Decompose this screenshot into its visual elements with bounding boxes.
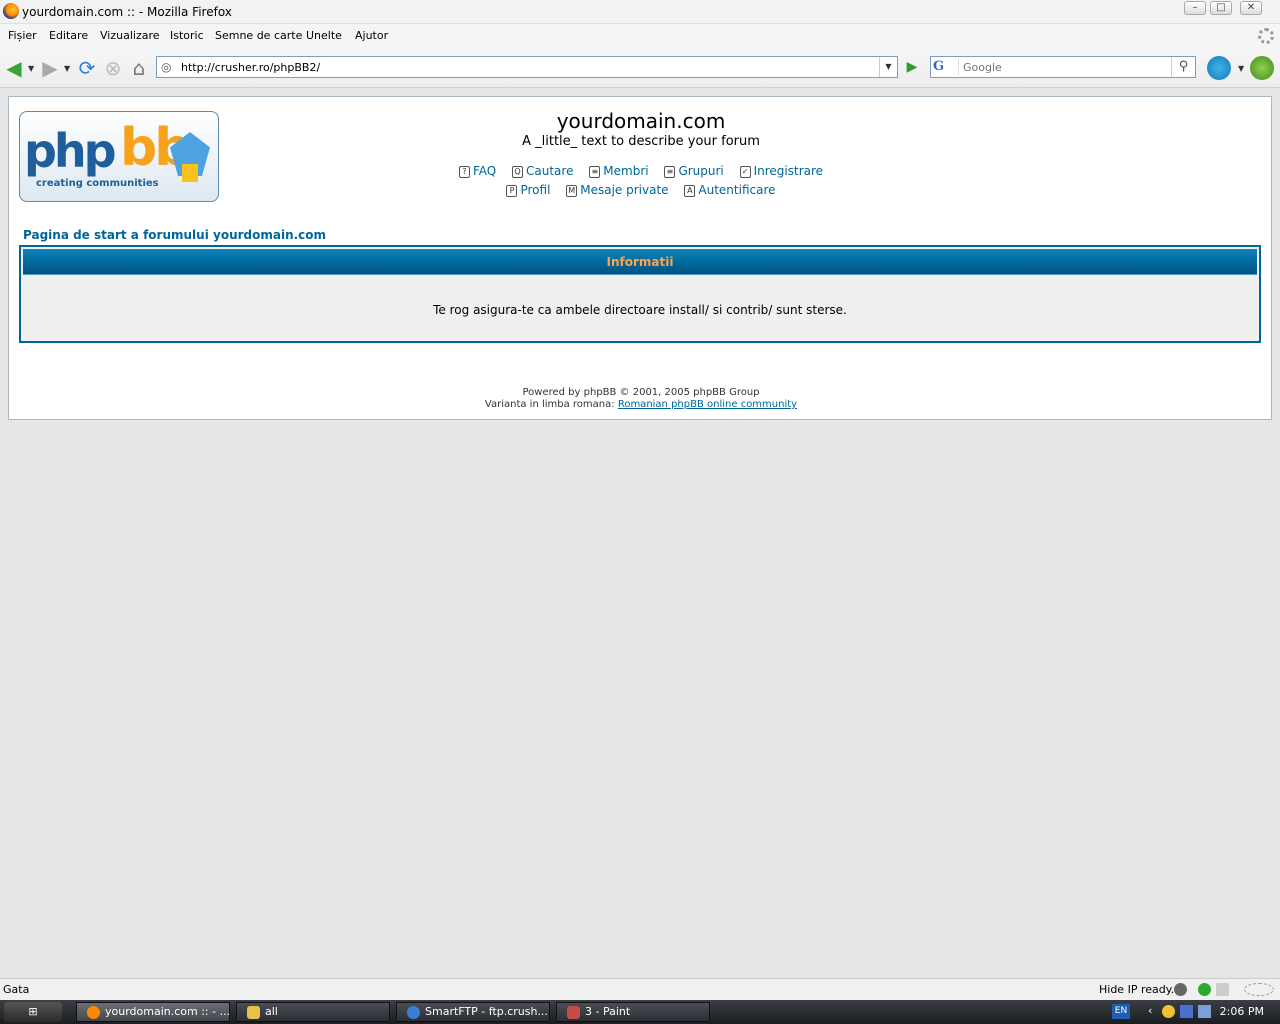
messenger-icon[interactable] — [1162, 1005, 1175, 1018]
nav-links-row1: ? FAQ Q Cautare ≡ Membri ≡ Grupuri ✓ Inregist… — [9, 164, 1273, 178]
clock[interactable]: 2:06 PM — [1220, 1005, 1264, 1018]
hide-ip-status[interactable]: Hide IP ready.. — [1099, 983, 1178, 996]
go-button[interactable]: ▶ — [902, 58, 922, 76]
back-dropdown-icon[interactable]: ▼ — [28, 64, 34, 73]
login-icon: A — [684, 185, 696, 197]
shield-icon[interactable] — [1180, 1005, 1193, 1018]
information-message: Te rog asigura-te ca ambele directoare i… — [433, 303, 847, 317]
profile-icon: P — [506, 185, 518, 197]
menu-file[interactable]: Fișier — [8, 29, 37, 42]
reload-icon[interactable]: ⟳ — [75, 56, 99, 80]
window-title: yourdomain.com :: - Mozilla Firefox — [22, 5, 232, 19]
nav-register[interactable]: ✓ Inregistrare — [739, 164, 823, 178]
start-button[interactable]: ⊞ — [4, 1002, 62, 1022]
task-paint[interactable]: 3 - Paint — [556, 1002, 710, 1022]
greasemonkey-icon[interactable] — [1250, 56, 1274, 80]
task-firefox[interactable]: yourdomain.com :: - ... — [76, 1002, 230, 1022]
nav-members[interactable]: ≡ Membri — [589, 164, 649, 178]
menu-bar: Fișier Editare Vizualizare Istoric Semne… — [0, 24, 1280, 48]
language-indicator[interactable]: EN — [1112, 1004, 1130, 1019]
task-smartftp[interactable]: SmartFTP - ftp.crush... — [396, 1002, 550, 1022]
url-bar[interactable]: ◎ ▼ — [156, 56, 898, 78]
paint-icon — [567, 1006, 580, 1019]
mask-icon[interactable] — [1174, 983, 1187, 996]
search-input[interactable] — [963, 59, 1163, 75]
search-engine-icon[interactable]: G — [933, 59, 959, 75]
network-icon[interactable] — [1198, 1005, 1211, 1018]
site-identity-icon[interactable]: ◎ — [161, 60, 175, 74]
nav-login[interactable]: A Autentificare — [684, 183, 776, 197]
close-button[interactable]: ✕ — [1240, 1, 1262, 15]
menu-view[interactable]: Vizualizare — [100, 29, 160, 42]
private-messages-icon: M — [566, 185, 578, 197]
nav-search[interactable]: Q Cautare — [512, 164, 573, 178]
groups-icon: ≡ — [664, 166, 676, 178]
members-icon: ≡ — [589, 166, 601, 178]
nav-private-messages[interactable]: M Mesaje private — [566, 183, 669, 197]
menu-edit[interactable]: Editare — [49, 29, 88, 42]
search-icon: Q — [512, 166, 524, 178]
folder-icon — [247, 1006, 260, 1019]
nav-links-row2: P Profil M Mesaje private A Autentificare — [9, 183, 1273, 197]
nav-faq[interactable]: ? FAQ — [458, 164, 496, 178]
romanian-community-link[interactable]: Romanian phpBB online community — [618, 399, 797, 410]
forum-page: php bb creating communities yourdomain.c… — [8, 96, 1272, 420]
magnifier-icon[interactable]: ⚲ — [1171, 57, 1195, 77]
system-tray: EN ‹ 2:06 PM — [1108, 1002, 1280, 1022]
variant-prefix: Varianta in limba romana: — [484, 399, 615, 410]
nav-groups[interactable]: ≡ Grupuri — [664, 164, 724, 178]
browser-content: php bb creating communities yourdomain.c… — [0, 88, 1280, 978]
status-bar: Gata Hide IP ready.. — [0, 978, 1280, 1000]
taskbar: ⊞ yourdomain.com :: - ... all SmartFTP -… — [0, 1000, 1280, 1024]
throbber-icon — [1258, 28, 1274, 44]
back-arrow-icon[interactable]: ◀ — [2, 56, 26, 80]
menu-tools[interactable]: Unelte — [306, 29, 342, 42]
page-footer: Powered by phpBB © 2001, 2005 phpBB Grou… — [9, 387, 1273, 411]
url-dropdown-icon[interactable]: ▼ — [879, 57, 897, 77]
resize-grip-icon[interactable] — [1244, 983, 1274, 996]
smartftp-icon — [407, 1006, 420, 1019]
firefox-icon — [3, 3, 19, 19]
breadcrumb-home-link[interactable]: Pagina de start a forumului yourdomain.c… — [23, 228, 326, 242]
forward-arrow-icon[interactable]: ▶ — [38, 56, 62, 80]
stop-icon[interactable]: ⊗ — [101, 56, 125, 80]
site-description: A _little_ text to describe your forum — [522, 134, 760, 149]
maximize-button[interactable]: □ — [1210, 1, 1232, 15]
title-bar: yourdomain.com :: - Mozilla Firefox – □ … — [0, 0, 1280, 24]
search-bar[interactable]: G ⚲ — [930, 56, 1196, 78]
firefox-task-icon — [87, 1006, 100, 1019]
powered-by-text: Powered by phpBB © 2001, 2005 phpBB Grou… — [522, 387, 760, 398]
navigation-toolbar: ◀ ▼ ▶ ▼ ⟳ ⊗ ⌂ ◎ ▼ ▶ G ⚲ ▼ — [0, 48, 1280, 88]
information-header: Informatii — [23, 249, 1257, 275]
addon-dropdown-icon[interactable]: ▼ — [1238, 64, 1244, 73]
forward-dropdown-icon[interactable]: ▼ — [64, 64, 70, 73]
faq-icon: ? — [458, 166, 470, 178]
information-box: Informatii Te rog asigura-te ca ambele d… — [19, 245, 1261, 343]
variant-line: Varianta in limba romana: Romanian phpBB… — [9, 399, 1273, 411]
status-text: Gata — [3, 983, 30, 996]
menu-help[interactable]: Ajutor — [355, 29, 388, 42]
menu-history[interactable]: Istoric — [170, 29, 204, 42]
skype-addon-icon[interactable] — [1207, 56, 1231, 80]
ok-check-icon[interactable] — [1198, 983, 1211, 996]
minimize-button[interactable]: – — [1184, 1, 1206, 15]
tray-expand-icon[interactable]: ‹ — [1148, 1004, 1152, 1017]
site-title: yourdomain.com — [556, 109, 726, 133]
menu-bookmarks[interactable]: Semne de carte — [215, 29, 302, 42]
url-input[interactable] — [181, 59, 871, 75]
addon-status-icon[interactable] — [1216, 983, 1229, 996]
register-icon: ✓ — [739, 166, 751, 178]
home-icon[interactable]: ⌂ — [127, 56, 151, 80]
nav-profile[interactable]: P Profil — [506, 183, 550, 197]
information-title: Informatii — [606, 255, 674, 269]
task-folder-all[interactable]: all — [236, 1002, 390, 1022]
